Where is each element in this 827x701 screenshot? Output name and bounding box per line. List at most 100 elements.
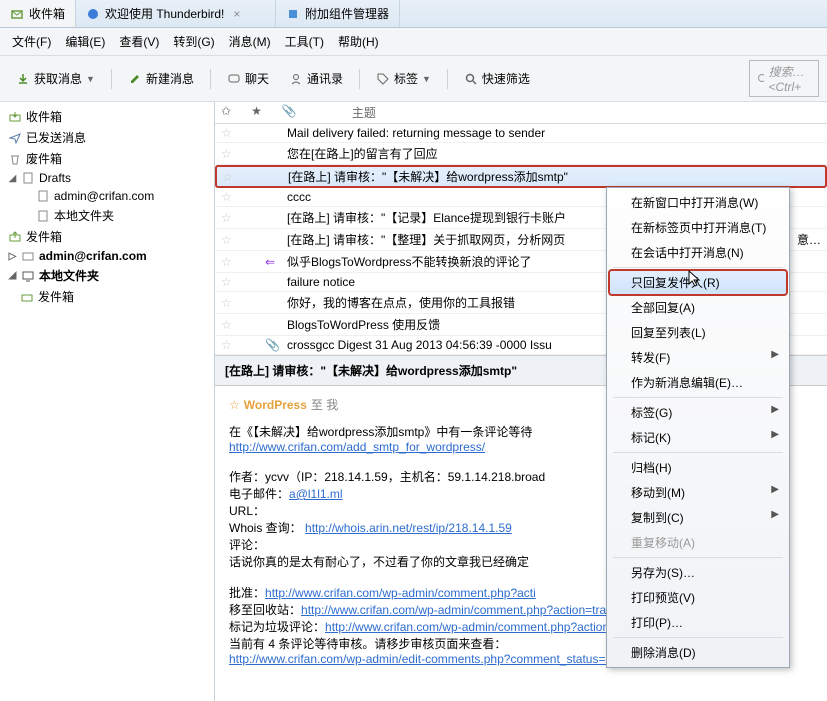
ctx-reply-all[interactable]: 全部回复(A) [609, 295, 787, 320]
menu-help[interactable]: 帮助(H) [332, 31, 385, 52]
ctx-print[interactable]: 打印(P)… [609, 610, 787, 635]
file-icon [36, 189, 50, 203]
collapse-icon[interactable]: ◢ [8, 173, 17, 184]
ctx-save-as[interactable]: 另存为(S)… [609, 560, 787, 585]
link-moderate[interactable]: http://www.crifan.com/wp-admin/edit-comm… [229, 652, 663, 666]
chat-button[interactable]: 聊天 [219, 67, 277, 90]
folder-drafts-root[interactable]: ◢Drafts [0, 169, 214, 187]
tab-label: 欢迎使用 Thunderbird! [105, 5, 224, 22]
puzzle-icon [286, 7, 300, 21]
message-row[interactable]: ☆Mail delivery failed: returning message… [215, 124, 827, 143]
ctx-open-tab[interactable]: 在新标签页中打开消息(T) [609, 215, 787, 240]
folder-trash[interactable]: 废件箱 [0, 148, 214, 169]
folder-outbox-local[interactable]: 发件箱 [0, 286, 214, 307]
folder-sent[interactable]: 已发送消息 [0, 127, 214, 148]
ctx-move-to[interactable]: 移动到(M)▶ [609, 480, 787, 505]
ctx-move-again: 重复移动(A) [609, 530, 787, 555]
pencil-icon [128, 72, 142, 86]
link-post[interactable]: http://www.crifan.com/add_smtp_for_wordp… [229, 440, 485, 454]
ctx-reply-list[interactable]: 回复至列表(L) [609, 320, 787, 345]
folder-inbox[interactable]: 收件箱 [0, 106, 214, 127]
star-icon[interactable]: ☆ [221, 233, 235, 247]
get-messages-button[interactable]: 获取消息 ▼ [8, 67, 103, 90]
folder-admin[interactable]: admin@crifan.com [0, 187, 214, 205]
ctx-copy-to[interactable]: 复制到(C)▶ [609, 505, 787, 530]
link-approve[interactable]: http://www.crifan.com/wp-admin/comment.p… [265, 586, 536, 600]
menu-tools[interactable]: 工具(T) [279, 31, 330, 52]
inbox-icon [10, 7, 24, 21]
collapse-icon[interactable]: ◢ [8, 270, 17, 281]
window-tabs: 收件箱 欢迎使用 Thunderbird! × 附加组件管理器 [0, 0, 827, 28]
toolbar: 获取消息 ▼ 新建消息 聊天 通讯录 标签 ▼ 快速筛选 搜索… <Ctrl+ [0, 56, 827, 102]
submenu-arrow-icon: ▶ [771, 404, 779, 415]
column-subject[interactable]: 主题 [352, 104, 376, 121]
account-local[interactable]: ◢本地文件夹 [0, 265, 214, 286]
star-icon[interactable]: ☆ [221, 296, 235, 310]
menu-view[interactable]: 查看(V) [113, 31, 165, 52]
outbox-icon [8, 230, 22, 244]
search-input[interactable]: 搜索… <Ctrl+ [749, 60, 819, 97]
ctx-open-window[interactable]: 在新窗口中打开消息(W) [609, 190, 787, 215]
ctx-edit-as-new[interactable]: 作为新消息编辑(E)… [609, 370, 787, 395]
submenu-arrow-icon: ▶ [771, 429, 779, 440]
ctx-delete[interactable]: 删除消息(D) [609, 640, 787, 665]
star-icon[interactable]: ☆ [221, 126, 235, 140]
drafts-icon [21, 171, 35, 185]
ctx-mark[interactable]: 标记(K)▶ [609, 425, 787, 450]
outbox-icon [20, 290, 34, 304]
star-icon[interactable]: ☆ [221, 338, 235, 352]
tab-inbox[interactable]: 收件箱 [0, 0, 76, 27]
download-icon [16, 72, 30, 86]
folder-local[interactable]: 本地文件夹 [0, 205, 214, 226]
addressbook-button[interactable]: 通讯录 [281, 67, 351, 90]
star-icon[interactable]: ☆ [221, 318, 235, 332]
thunderbird-icon [86, 7, 100, 21]
star-icon[interactable]: ☆ [221, 147, 235, 161]
inbox-icon [8, 110, 22, 124]
link-email[interactable]: a@l1l1.ml [289, 487, 343, 501]
link-whois[interactable]: http://whois.arin.net/rest/ip/218.14.1.5… [305, 521, 512, 535]
menu-message[interactable]: 消息(M) [223, 31, 277, 52]
star-icon[interactable]: ☆ [221, 190, 235, 204]
star-icon[interactable]: ☆ [221, 211, 235, 225]
message-row[interactable]: ☆您在[在路上]的留言有了回应 [215, 143, 827, 165]
tab-welcome[interactable]: 欢迎使用 Thunderbird! × [76, 0, 276, 27]
folder-outbox[interactable]: 发件箱 [0, 226, 214, 247]
star-icon[interactable]: ☆ [229, 398, 240, 412]
ctx-forward[interactable]: 转发(F)▶ [609, 345, 787, 370]
menu-file[interactable]: 文件(F) [6, 31, 57, 52]
person-icon [289, 72, 303, 86]
ctx-open-conversation[interactable]: 在会话中打开消息(N) [609, 240, 787, 265]
message-row-selected[interactable]: ☆[在路上] 请审核："【未解决】给wordpress添加smtp" [215, 165, 827, 188]
context-menu: 在新窗口中打开消息(W) 在新标签页中打开消息(T) 在会话中打开消息(N) 只… [606, 187, 790, 668]
tag-button[interactable]: 标签 ▼ [368, 67, 439, 90]
menu-edit[interactable]: 编辑(E) [59, 31, 111, 52]
trash-icon [8, 152, 22, 166]
star-icon[interactable]: ☆ [221, 255, 235, 269]
tab-addons[interactable]: 附加组件管理器 [276, 0, 400, 27]
replied-icon: ⇐ [265, 255, 279, 269]
ctx-tag[interactable]: 标签(G)▶ [609, 400, 787, 425]
close-icon[interactable]: × [233, 7, 240, 21]
menubar: 文件(F) 编辑(E) 查看(V) 转到(G) 消息(M) 工具(T) 帮助(H… [0, 28, 827, 56]
expand-icon[interactable]: ▷ [8, 251, 17, 262]
message-list-header[interactable]: ✩★📎 主题 [215, 102, 827, 124]
cursor-icon [688, 270, 706, 293]
sent-icon [8, 131, 22, 145]
tag-icon [376, 72, 390, 86]
star-icon[interactable]: ☆ [222, 170, 236, 184]
submenu-arrow-icon: ▶ [771, 509, 779, 520]
submenu-arrow-icon: ▶ [771, 349, 779, 360]
menu-go[interactable]: 转到(G) [167, 31, 220, 52]
folder-tree: 收件箱 已发送消息 废件箱 ◢Drafts admin@crifan.com 本… [0, 102, 215, 701]
quickfilter-button[interactable]: 快速筛选 [456, 67, 538, 90]
ctx-archive[interactable]: 归档(H) [609, 455, 787, 480]
account-admin[interactable]: ▷admin@crifan.com [0, 247, 214, 265]
attachment-icon: 📎 [265, 338, 279, 352]
new-message-button[interactable]: 新建消息 [120, 67, 202, 90]
star-icon[interactable]: ☆ [221, 275, 235, 289]
search-icon [464, 72, 478, 86]
chat-icon [227, 72, 241, 86]
ctx-print-preview[interactable]: 打印预览(V) [609, 585, 787, 610]
tab-label: 收件箱 [29, 5, 65, 22]
